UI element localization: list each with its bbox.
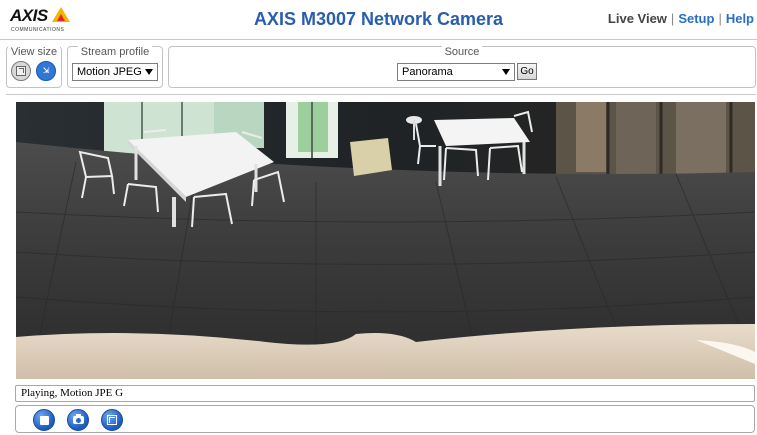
nav-separator: | [718, 11, 722, 26]
view-size-actual-button[interactable]: ⇲ [36, 61, 56, 81]
source-value: Panorama [402, 66, 453, 78]
camera-icon [72, 414, 84, 424]
nav-separator: | [670, 11, 675, 26]
divider [6, 94, 756, 95]
header: AXIS COMMUNICATIONS AXIS M3007 Network C… [0, 0, 757, 40]
player-toolbar [15, 405, 755, 433]
camera-live-view-page: AXIS COMMUNICATIONS AXIS M3007 Network C… [0, 0, 757, 435]
live-video-feed[interactable] [16, 102, 755, 379]
nav-help[interactable]: Help [726, 11, 754, 26]
stream-profile-label: Stream profile [77, 46, 153, 58]
top-nav: Live View | Setup | Help [608, 11, 754, 26]
source-label: Source [441, 46, 483, 58]
stream-profile-group: Stream profile Motion JPEG [67, 46, 163, 88]
chevron-down-icon [145, 69, 153, 75]
stop-button[interactable] [33, 409, 55, 431]
stream-profile-value: Motion JPEG [77, 66, 142, 78]
snapshot-button[interactable] [67, 409, 89, 431]
view-size-label: View size [7, 46, 61, 58]
view-size-scale-button[interactable] [11, 61, 31, 81]
stop-icon [39, 415, 49, 425]
chevron-down-icon [502, 69, 510, 75]
nav-live-view[interactable]: Live View [608, 11, 667, 26]
stream-profile-select[interactable]: Motion JPEG [72, 63, 158, 81]
view-size-group: View size ⇲ [6, 46, 62, 88]
source-go-button[interactable]: Go [517, 63, 537, 80]
fullscreen-icon [107, 415, 117, 425]
nav-setup[interactable]: Setup [678, 11, 714, 26]
panorama-video-image [16, 102, 755, 379]
status-bar: Playing, Motion JPE G [15, 385, 755, 402]
fullscreen-button[interactable] [101, 409, 123, 431]
source-group: Source Panorama Go [168, 46, 756, 88]
source-select[interactable]: Panorama [397, 63, 515, 81]
scale-view-icon [16, 66, 26, 76]
actual-size-icon: ⇲ [42, 66, 50, 75]
